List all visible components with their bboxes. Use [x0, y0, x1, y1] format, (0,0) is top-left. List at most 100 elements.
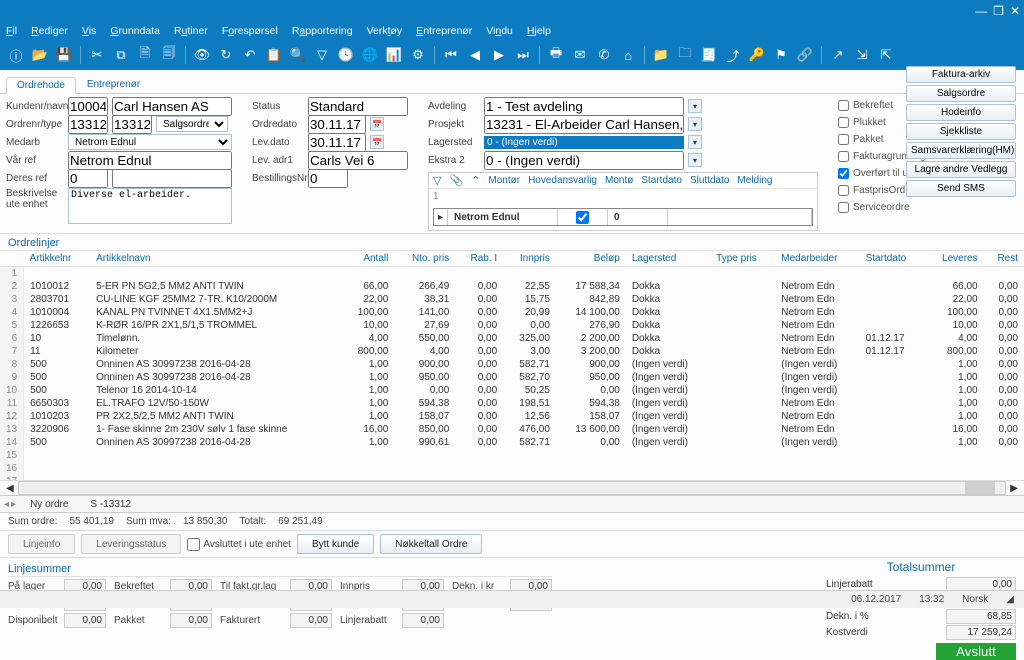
levdato-input[interactable]: [308, 133, 366, 152]
print-icon[interactable]: 🖶: [546, 45, 566, 65]
minimize-icon[interactable]: —: [975, 4, 987, 18]
menu-verktoy[interactable]: Verktøy: [367, 25, 403, 37]
bestnr-input[interactable]: [308, 169, 348, 188]
col-leveres[interactable]: Leveres: [925, 251, 984, 267]
montor-row[interactable]: ▸ Netrom Ednul 0: [433, 208, 813, 226]
col-rab[interactable]: Rab. I: [455, 251, 503, 267]
chart-icon[interactable]: 📊: [384, 45, 404, 65]
chk-pakket[interactable]: [838, 134, 849, 145]
table-row[interactable]: 41010004KANAL PN TVINNET 4X1.5MM2+J 100,…: [0, 306, 1024, 319]
key-icon[interactable]: 🔑: [747, 45, 767, 65]
col-belop[interactable]: Beløp: [556, 251, 626, 267]
chk-serviceordre[interactable]: [838, 202, 849, 213]
levadr-input[interactable]: [308, 151, 408, 170]
lagersted-input[interactable]: 0 - (Ingen verdi): [484, 136, 684, 149]
dropdown-icon[interactable]: ▾: [688, 99, 702, 113]
ekstra2-input[interactable]: [484, 151, 684, 170]
medarb-select[interactable]: Netrom Ednul: [68, 134, 232, 150]
btn-bytt-kunde[interactable]: Bytt kunde: [297, 534, 374, 554]
filter-icon[interactable]: ▽: [433, 174, 441, 187]
col-monto[interactable]: Montø: [605, 175, 633, 186]
prev-icon[interactable]: ◀: [465, 45, 485, 65]
btn-salgsordre[interactable]: Salgsordre: [906, 85, 1016, 102]
table-row[interactable]: 1: [0, 267, 1024, 281]
btn-avslutt[interactable]: Avslutt: [936, 643, 1016, 660]
varref-input[interactable]: [68, 151, 232, 170]
menu-rediger[interactable]: Rediger: [31, 25, 68, 37]
resize-grip-icon[interactable]: ◢: [1006, 594, 1014, 605]
tab-entreprenor[interactable]: Entreprenør: [76, 76, 151, 93]
prosjekt-input[interactable]: [484, 115, 684, 134]
table-row[interactable]: 9500Onninen AS 30997238 2016-04-28 1,009…: [0, 371, 1024, 384]
col-montor[interactable]: Montør: [488, 175, 520, 186]
copy-icon[interactable]: ⧉: [111, 45, 131, 65]
tab-current-order[interactable]: S -13312: [82, 498, 139, 511]
ordretype-select[interactable]: Salgsordre: [156, 116, 228, 132]
table-row[interactable]: 210100125-ER PN 5G2,5 MM2 ANTI TWIN 66,0…: [0, 280, 1024, 293]
save-icon[interactable]: 💾: [54, 45, 74, 65]
in-icon[interactable]: ⇱: [876, 45, 896, 65]
scroll-right-icon[interactable]: ▶: [1010, 483, 1018, 494]
deresref-a[interactable]: [68, 169, 108, 188]
menu-vindu[interactable]: Vindu: [486, 25, 513, 37]
export-icon[interactable]: ⤴: [723, 45, 743, 65]
status-input[interactable]: [308, 97, 408, 116]
dropdown-icon[interactable]: ▾: [688, 117, 702, 131]
folder-icon[interactable]: 📁: [651, 45, 671, 65]
col-startdato[interactable]: Startdato: [860, 251, 925, 267]
col-medarbeider[interactable]: Medarbeider: [775, 251, 859, 267]
refresh-icon[interactable]: ↻: [216, 45, 236, 65]
col-ntopris[interactable]: Nto. pris: [394, 251, 455, 267]
menu-rapportering[interactable]: Rapportering: [292, 25, 353, 37]
browse-icon[interactable]: 🗀: [675, 45, 695, 65]
chk-avsluttet-ute[interactable]: [187, 538, 200, 551]
kundenavn-input[interactable]: [112, 97, 232, 116]
out-icon[interactable]: ⇲: [852, 45, 872, 65]
chk-fastpris[interactable]: [838, 185, 849, 196]
col-artikkelnr[interactable]: Artikkelnr: [24, 251, 90, 267]
share-icon[interactable]: ↗: [828, 45, 848, 65]
table-row[interactable]: 116650303EL.TRAFO 12V/50-150W 1,00594,38…: [0, 397, 1024, 410]
tab-ordrehode[interactable]: Ordrehode: [6, 77, 76, 94]
clipboard-icon[interactable]: 📋: [264, 45, 284, 65]
btn-linjeinfo[interactable]: Linjeinfo: [8, 534, 75, 554]
home-icon[interactable]: ⌂: [618, 45, 638, 65]
restore-icon[interactable]: ❐: [993, 4, 1004, 18]
table-row[interactable]: 51226653K-RØR 16/PR 2X1,5/1,5 TROMMEL 10…: [0, 319, 1024, 332]
col-slutt[interactable]: Sluttdato: [690, 175, 729, 186]
col-lagersted[interactable]: Lagersted: [626, 251, 710, 267]
scroll-left-icon[interactable]: ◀: [6, 483, 14, 494]
first-icon[interactable]: ⏮: [441, 45, 461, 65]
next-icon[interactable]: ▶: [489, 45, 509, 65]
col-melding[interactable]: Melding: [737, 175, 772, 186]
table-row[interactable]: 121010203PR 2X2,5/2,5 MM2 ANTI TWIN 1,00…: [0, 410, 1024, 423]
attach-icon[interactable]: 📎: [449, 174, 463, 187]
menu-foresporsel[interactable]: Forespørsel: [222, 25, 278, 37]
ordrenr2-input[interactable]: [112, 115, 152, 134]
table-row[interactable]: 15: [0, 449, 1024, 462]
table-row[interactable]: 16: [0, 462, 1024, 475]
btn-nokkeltall[interactable]: Nøkkeltall Ordre: [380, 534, 482, 554]
flag-icon[interactable]: ⚑: [771, 45, 791, 65]
view-icon[interactable]: 👁: [192, 45, 212, 65]
orderlines-grid[interactable]: Artikkelnr Artikkelnavn Antall Nto. pris…: [0, 251, 1024, 481]
globe-icon[interactable]: 🌐: [360, 45, 380, 65]
col-typepris[interactable]: Type pris: [710, 251, 775, 267]
btn-leveringsstatus[interactable]: Leveringsstatus: [81, 534, 181, 554]
deresref-b[interactable]: [112, 169, 232, 188]
chk-overfort[interactable]: [838, 168, 849, 179]
last-icon[interactable]: ⏭: [513, 45, 533, 65]
beskrivelse-textarea[interactable]: Diverse el-arbeider.: [68, 188, 232, 224]
menu-fil[interactable]: Fil: [6, 25, 17, 37]
table-row[interactable]: 32803701CU-LINE KGF 25MM2 7-TR. K10/2000…: [0, 293, 1024, 306]
menu-rutiner[interactable]: Rutiner: [174, 25, 208, 37]
menu-hjelp[interactable]: Hjelp: [527, 25, 551, 37]
col-artikkelnavn[interactable]: Artikkelnavn: [90, 251, 342, 267]
table-row[interactable]: 711Kilometer 800,004,000,00 3,003 200,00…: [0, 345, 1024, 358]
tab-prev-icon[interactable]: ◂: [4, 499, 9, 510]
chk-fakturagrunnlag[interactable]: [838, 151, 849, 162]
calendar-icon[interactable]: 📅: [370, 135, 384, 149]
col-hoved[interactable]: Hovedansvarlig: [528, 175, 597, 186]
table-row[interactable]: 1332209061- Fase skinne 2m 230V sølv 1 f…: [0, 423, 1024, 436]
cut-icon[interactable]: ✂: [87, 45, 107, 65]
